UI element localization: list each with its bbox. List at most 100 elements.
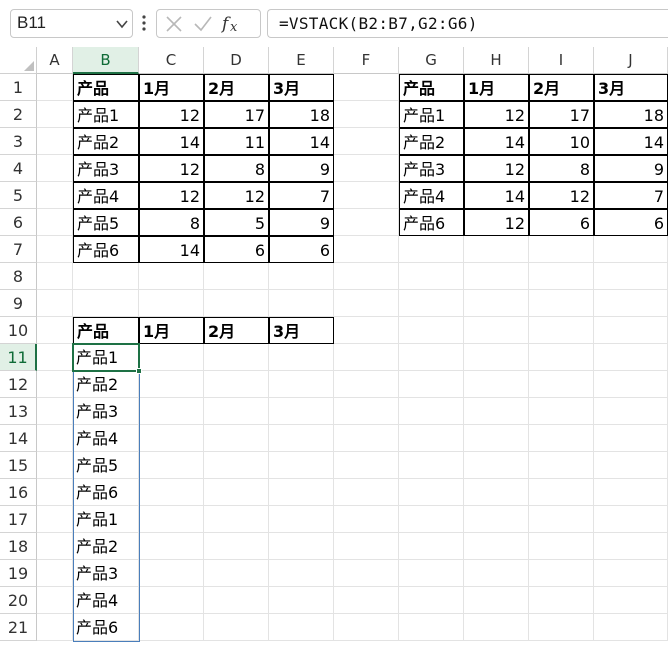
cell-i17[interactable] bbox=[529, 506, 594, 533]
cell-a5[interactable] bbox=[37, 182, 73, 209]
cell-g15[interactable] bbox=[399, 452, 464, 479]
table2-cell[interactable]: 10 bbox=[529, 128, 594, 155]
cell-f2[interactable] bbox=[334, 101, 399, 128]
cell-c18[interactable] bbox=[139, 533, 204, 560]
cell-a3[interactable] bbox=[37, 128, 73, 155]
cell-c9[interactable] bbox=[139, 290, 204, 317]
cell-d17[interactable] bbox=[204, 506, 269, 533]
cell-e16[interactable] bbox=[269, 479, 334, 506]
table1-cell[interactable]: 产品3 bbox=[73, 155, 139, 182]
spill-cell[interactable]: 产品6 bbox=[73, 614, 139, 641]
cell-f3[interactable] bbox=[334, 128, 399, 155]
spreadsheet-grid[interactable]: A B C D E F G H I J 1 产品 1月 2月 3月 产品 1月 2月 3月 2 产品1 12 17 18 产品1… bbox=[0, 47, 668, 650]
name-box[interactable]: B11 bbox=[10, 9, 133, 38]
cell-c13[interactable] bbox=[139, 398, 204, 425]
cell-d21[interactable] bbox=[204, 614, 269, 641]
cell-j17[interactable] bbox=[594, 506, 668, 533]
cell-a8[interactable] bbox=[37, 263, 73, 290]
column-header-a[interactable]: A bbox=[37, 47, 73, 74]
table2-header-1[interactable]: 1月 bbox=[464, 74, 529, 101]
cell-i15[interactable] bbox=[529, 452, 594, 479]
cell-h8[interactable] bbox=[464, 263, 529, 290]
cell-h9[interactable] bbox=[464, 290, 529, 317]
table1-cell[interactable]: 产品4 bbox=[73, 182, 139, 209]
cell-a21[interactable] bbox=[37, 614, 73, 641]
cell-a2[interactable] bbox=[37, 101, 73, 128]
row-header-5[interactable]: 5 bbox=[0, 182, 37, 209]
cell-h13[interactable] bbox=[464, 398, 529, 425]
table2-cell[interactable]: 6 bbox=[529, 209, 594, 236]
table1-header-0[interactable]: 产品 bbox=[73, 74, 139, 101]
cell-i9[interactable] bbox=[529, 290, 594, 317]
cell-i19[interactable] bbox=[529, 560, 594, 587]
cell-g14[interactable] bbox=[399, 425, 464, 452]
table1-cell[interactable]: 9 bbox=[269, 209, 334, 236]
table1-header-3[interactable]: 3月 bbox=[269, 74, 334, 101]
row-header-4[interactable]: 4 bbox=[0, 155, 37, 182]
cell-e14[interactable] bbox=[269, 425, 334, 452]
cell-e17[interactable] bbox=[269, 506, 334, 533]
cell-f6[interactable] bbox=[334, 209, 399, 236]
cell-g10[interactable] bbox=[399, 317, 464, 344]
cell-i8[interactable] bbox=[529, 263, 594, 290]
cell-j20[interactable] bbox=[594, 587, 668, 614]
row-header-9[interactable]: 9 bbox=[0, 290, 37, 317]
cell-h18[interactable] bbox=[464, 533, 529, 560]
cell-h19[interactable] bbox=[464, 560, 529, 587]
spill-cell[interactable]: 产品1 bbox=[73, 344, 139, 371]
table1-cell[interactable]: 产品2 bbox=[73, 128, 139, 155]
cell-j8[interactable] bbox=[594, 263, 668, 290]
cell-f21[interactable] bbox=[334, 614, 399, 641]
cell-c19[interactable] bbox=[139, 560, 204, 587]
cell-g8[interactable] bbox=[399, 263, 464, 290]
cell-i21[interactable] bbox=[529, 614, 594, 641]
cell-j15[interactable] bbox=[594, 452, 668, 479]
cell-e21[interactable] bbox=[269, 614, 334, 641]
table2-cell[interactable]: 产品1 bbox=[399, 101, 464, 128]
cell-e19[interactable] bbox=[269, 560, 334, 587]
cell-i18[interactable] bbox=[529, 533, 594, 560]
spill-cell[interactable]: 产品4 bbox=[73, 587, 139, 614]
spill-cell[interactable]: 产品6 bbox=[73, 479, 139, 506]
table1-cell[interactable]: 6 bbox=[204, 236, 269, 263]
row-header-18[interactable]: 18 bbox=[0, 533, 37, 560]
cell-g7[interactable] bbox=[399, 236, 464, 263]
cell-d8[interactable] bbox=[204, 263, 269, 290]
table2-cell[interactable]: 14 bbox=[594, 128, 668, 155]
cell-f15[interactable] bbox=[334, 452, 399, 479]
cell-a11[interactable] bbox=[37, 344, 73, 371]
cell-e15[interactable] bbox=[269, 452, 334, 479]
cell-f18[interactable] bbox=[334, 533, 399, 560]
table1-cell[interactable]: 12 bbox=[139, 155, 204, 182]
cell-f9[interactable] bbox=[334, 290, 399, 317]
cell-b9[interactable] bbox=[73, 290, 139, 317]
enter-icon[interactable] bbox=[193, 14, 213, 34]
cell-d20[interactable] bbox=[204, 587, 269, 614]
cell-c8[interactable] bbox=[139, 263, 204, 290]
cell-e13[interactable] bbox=[269, 398, 334, 425]
cell-i14[interactable] bbox=[529, 425, 594, 452]
table2-cell[interactable]: 产品6 bbox=[399, 209, 464, 236]
cell-a9[interactable] bbox=[37, 290, 73, 317]
cell-a7[interactable] bbox=[37, 236, 73, 263]
cell-j16[interactable] bbox=[594, 479, 668, 506]
cell-f4[interactable] bbox=[334, 155, 399, 182]
cell-a16[interactable] bbox=[37, 479, 73, 506]
table1-cell[interactable]: 产品5 bbox=[73, 209, 139, 236]
cell-a1[interactable] bbox=[37, 74, 73, 101]
cell-d11[interactable] bbox=[204, 344, 269, 371]
table2-cell[interactable]: 12 bbox=[464, 101, 529, 128]
cell-a19[interactable] bbox=[37, 560, 73, 587]
table1-cell[interactable]: 12 bbox=[204, 182, 269, 209]
cell-e11[interactable] bbox=[269, 344, 334, 371]
row-header-3[interactable]: 3 bbox=[0, 128, 37, 155]
cell-c17[interactable] bbox=[139, 506, 204, 533]
cell-i10[interactable] bbox=[529, 317, 594, 344]
cell-f11[interactable] bbox=[334, 344, 399, 371]
row-header-19[interactable]: 19 bbox=[0, 560, 37, 587]
cell-h12[interactable] bbox=[464, 371, 529, 398]
cell-i7[interactable] bbox=[529, 236, 594, 263]
fill-handle[interactable] bbox=[136, 368, 142, 374]
table2-cell[interactable]: 8 bbox=[529, 155, 594, 182]
table1-cell[interactable]: 11 bbox=[204, 128, 269, 155]
